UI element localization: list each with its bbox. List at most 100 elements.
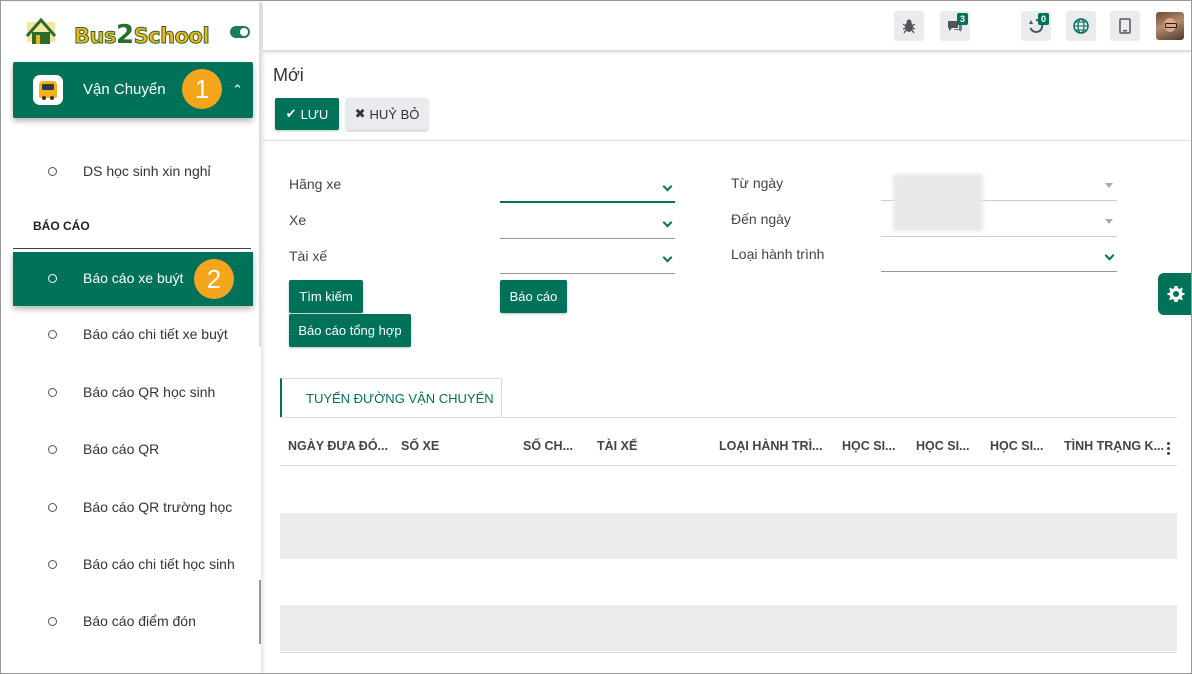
debug-button[interactable] bbox=[894, 11, 924, 41]
summary-label: Báo cáo tổng hợp bbox=[298, 323, 402, 338]
sidebar-item-label: Báo cáo điểm đón bbox=[83, 613, 196, 629]
table-row bbox=[280, 605, 1177, 651]
sidebar-group-van-chuyen[interactable]: Vận Chuyển 1 ⌃ bbox=[13, 62, 253, 118]
column-header-loai-hanh-trinh[interactable]: LOẠI HÀNH TRÌ... bbox=[719, 439, 822, 453]
loai-hanh-trinh-select[interactable] bbox=[881, 244, 1117, 272]
xe-select[interactable] bbox=[500, 211, 675, 239]
cancel-label: HUỶ BỎ bbox=[369, 106, 420, 122]
sidebar-item-label: Báo cáo chi tiết học sinh bbox=[83, 556, 235, 572]
column-options-icon[interactable] bbox=[1167, 442, 1171, 456]
save-label: LƯU bbox=[300, 106, 329, 122]
loai-hanh-trinh-label: Loại hành trình bbox=[731, 246, 825, 262]
section-title-bao-cao: BÁO CÁO bbox=[33, 219, 90, 233]
app-frame: Bus2School Vận Chuyển 1 ⌃ DS học sinh xi… bbox=[0, 0, 1192, 674]
table-header-divider bbox=[280, 465, 1177, 466]
search-label: Tìm kiếm bbox=[299, 289, 353, 304]
chevron-down-icon bbox=[662, 252, 673, 263]
app-logo: Bus2School bbox=[74, 20, 211, 50]
school-logo-icon bbox=[25, 17, 57, 44]
sidebar: Bus2School Vận Chuyển 1 ⌃ DS học sinh xi… bbox=[2, 2, 261, 673]
bullet-icon bbox=[48, 167, 57, 176]
gear-icon bbox=[1166, 286, 1185, 302]
bullet-icon bbox=[48, 503, 57, 512]
device-button[interactable] bbox=[1110, 11, 1140, 41]
sidebar-item-bao-cao-qr-truong-hoc[interactable]: Báo cáo QR trường học bbox=[13, 481, 253, 535]
cancel-button[interactable]: ✖ HUỶ BỎ bbox=[346, 98, 428, 130]
sidebar-item-bao-cao-chi-tiet-xe-buyt[interactable]: Báo cáo chi tiết xe buýt bbox=[13, 308, 253, 362]
column-header-tinh-trang[interactable]: TÌNH TRẠNG K... bbox=[1064, 439, 1164, 453]
activity-button[interactable]: 0 bbox=[1021, 11, 1051, 41]
column-header-tai-xe[interactable]: TÀI XẾ bbox=[597, 439, 637, 453]
close-icon: ✖ bbox=[354, 106, 366, 121]
tai-xe-label: Tài xế bbox=[289, 248, 328, 264]
sidebar-item-bao-cao-qr[interactable]: Báo cáo QR bbox=[13, 423, 253, 477]
bullet-icon bbox=[48, 274, 57, 283]
column-header-so-xe[interactable]: SỐ XE bbox=[401, 439, 439, 453]
messages-count-badge: 3 bbox=[956, 13, 968, 25]
sidebar-group-label: Vận Chuyển bbox=[83, 81, 166, 98]
chevron-down-icon bbox=[662, 217, 673, 228]
chevron-up-icon[interactable]: ⌃ bbox=[232, 82, 243, 98]
column-header-hoc-sinh-1[interactable]: HỌC SI... bbox=[842, 439, 895, 453]
avatar[interactable] bbox=[1156, 12, 1184, 40]
sidebar-item-label: DS học sinh xin nghỉ bbox=[83, 163, 211, 179]
topbar: 3 0 bbox=[263, 2, 1191, 50]
activity-count-badge: 0 bbox=[1037, 13, 1049, 25]
sidebar-item-bao-cao-diem-don[interactable]: Báo cáo điểm đón bbox=[13, 595, 253, 649]
bus-icon bbox=[33, 75, 63, 105]
column-header-ngay-dua-don[interactable]: NGÀY ĐƯA ĐÓ... bbox=[288, 439, 388, 453]
tu-ngay-label: Từ ngày bbox=[731, 175, 784, 191]
dropdown-arrow-icon bbox=[1105, 219, 1113, 224]
bullet-icon bbox=[48, 560, 57, 569]
hang-xe-select[interactable] bbox=[500, 175, 675, 203]
date-values-blurred bbox=[893, 174, 983, 231]
hang-xe-label: Hãng xe bbox=[289, 176, 342, 192]
divider bbox=[263, 140, 1191, 141]
tab-tuyen-duong-van-chuyen[interactable]: TUYẾN ĐƯỜNG VẬN CHUYỂN bbox=[280, 378, 502, 418]
sidebar-scroll-track bbox=[259, 2, 261, 347]
check-icon: ✔ bbox=[285, 106, 297, 121]
summary-report-button[interactable]: Báo cáo tổng hợp bbox=[289, 314, 411, 347]
column-header-so-cho[interactable]: SỐ CH... bbox=[523, 439, 573, 453]
sidebar-item-bao-cao-chi-tiet-hoc-sinh[interactable]: Báo cáo chi tiết học sinh bbox=[13, 538, 253, 592]
chevron-down-icon bbox=[662, 181, 673, 192]
settings-button[interactable] bbox=[1158, 273, 1191, 315]
bullet-icon bbox=[48, 330, 57, 339]
report-button[interactable]: Báo cáo bbox=[500, 280, 567, 313]
bullet-icon bbox=[48, 617, 57, 626]
save-button[interactable]: ✔ LƯU bbox=[275, 98, 339, 130]
sidebar-item-label: Báo cáo xe buýt bbox=[83, 270, 184, 286]
sidebar-scrollbar[interactable] bbox=[259, 580, 261, 644]
bullet-icon bbox=[48, 445, 57, 454]
tai-xe-select[interactable] bbox=[500, 246, 675, 274]
table-row bbox=[280, 467, 1177, 513]
dropdown-arrow-icon bbox=[1105, 183, 1113, 188]
language-button[interactable] bbox=[1066, 11, 1096, 41]
table-row bbox=[280, 513, 1177, 559]
tab-divider bbox=[280, 417, 1177, 418]
sidebar-item-label: Báo cáo QR bbox=[83, 441, 160, 457]
report-label: Báo cáo bbox=[509, 289, 558, 304]
column-header-hoc-sinh-2[interactable]: HỌC SI... bbox=[916, 439, 969, 453]
den-ngay-label: Đến ngày bbox=[731, 211, 791, 227]
sidebar-item-label: Báo cáo QR học sinh bbox=[83, 384, 216, 400]
page-title: Mới bbox=[273, 65, 304, 85]
step-badge-1: 1 bbox=[182, 69, 222, 109]
step-badge-2: 2 bbox=[194, 259, 234, 299]
messages-button[interactable]: 3 bbox=[940, 11, 970, 41]
sidebar-item-ds-hoc-sinh-xin-nghi[interactable]: DS học sinh xin nghỉ bbox=[13, 145, 253, 199]
sidebar-toggle[interactable] bbox=[230, 26, 250, 38]
sidebar-item-bao-cao-qr-hoc-sinh[interactable]: Báo cáo QR học sinh bbox=[13, 366, 253, 420]
chevron-down-icon bbox=[1104, 250, 1115, 261]
bug-icon bbox=[902, 19, 916, 34]
sidebar-item-label: Báo cáo QR trường học bbox=[83, 499, 233, 515]
table-bottom-line bbox=[280, 652, 1177, 653]
divider bbox=[13, 248, 251, 249]
sidebar-item-bao-cao-xe-buyt[interactable]: Báo cáo xe buýt 2 bbox=[13, 252, 253, 306]
sidebar-item-label: Báo cáo chi tiết xe buýt bbox=[83, 326, 228, 342]
globe-icon bbox=[1073, 18, 1089, 34]
column-header-hoc-sinh-3[interactable]: HỌC SI... bbox=[990, 439, 1043, 453]
search-button[interactable]: Tìm kiếm bbox=[289, 280, 363, 313]
bullet-icon bbox=[48, 388, 57, 397]
tab-label: TUYẾN ĐƯỜNG VẬN CHUYỂN bbox=[306, 391, 494, 406]
